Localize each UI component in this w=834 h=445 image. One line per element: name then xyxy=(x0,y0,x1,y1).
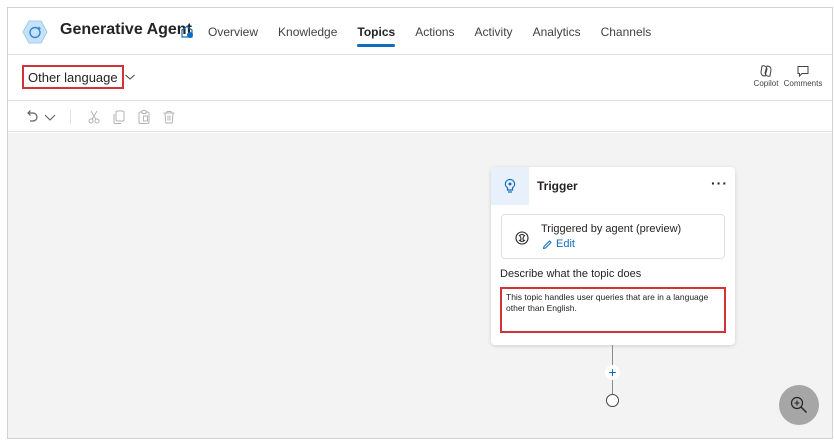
comment-icon xyxy=(797,66,809,78)
cut-icon[interactable] xyxy=(86,109,102,125)
trigger-node[interactable]: Trigger ··· Triggered by agent (preview)… xyxy=(491,167,735,345)
connector-line xyxy=(612,380,613,394)
tab-activity[interactable]: Activity xyxy=(465,8,523,55)
publish-status-icon[interactable] xyxy=(179,24,195,40)
tab-channels[interactable]: Channels xyxy=(591,8,662,55)
trigger-card: Triggered by agent (preview) Edit xyxy=(501,214,725,259)
more-options-button[interactable]: ··· xyxy=(711,175,728,191)
add-node-button[interactable]: + xyxy=(605,365,620,380)
connector-line xyxy=(612,345,613,365)
paste-icon[interactable] xyxy=(136,109,152,125)
zoom-button[interactable] xyxy=(779,385,819,425)
chevron-down-icon[interactable] xyxy=(124,72,136,82)
delete-icon[interactable] xyxy=(161,109,177,125)
top-nav: Generative Agent Overview Knowledge Topi… xyxy=(8,8,832,55)
agent-trigger-icon xyxy=(515,231,529,245)
topic-name-button[interactable]: Other language xyxy=(22,65,124,89)
comments-label: Comments xyxy=(783,79,823,88)
topic-canvas[interactable]: Trigger ··· Triggered by agent (preview)… xyxy=(8,133,832,438)
tab-analytics[interactable]: Analytics xyxy=(523,8,591,55)
comments-button[interactable]: Comments xyxy=(783,64,823,88)
trigger-node-icon-container xyxy=(491,167,529,205)
end-node xyxy=(606,394,619,407)
undo-icon[interactable] xyxy=(24,109,40,125)
tab-overview[interactable]: Overview xyxy=(198,8,268,55)
tab-actions[interactable]: Actions xyxy=(405,8,464,55)
zoom-in-icon xyxy=(790,396,807,413)
pencil-icon xyxy=(542,239,552,249)
tab-topics[interactable]: Topics xyxy=(347,8,405,55)
agent-name: Generative Agent xyxy=(60,21,192,38)
trigger-node-title: Trigger xyxy=(537,179,578,193)
tab-knowledge[interactable]: Knowledge xyxy=(268,8,347,55)
app-window: Generative Agent Overview Knowledge Topi… xyxy=(7,7,833,439)
copy-icon[interactable] xyxy=(111,109,127,125)
topic-bar: Other language Copilot Comments xyxy=(8,56,832,101)
trigger-node-header: Trigger ··· xyxy=(491,167,735,205)
lightbulb-icon xyxy=(504,178,516,193)
copilot-icon xyxy=(760,65,772,77)
toolbar-divider xyxy=(70,110,71,124)
edit-trigger-link[interactable]: Edit xyxy=(542,238,575,250)
description-label: Describe what the topic does xyxy=(500,268,642,280)
agent-logo-icon xyxy=(22,20,48,44)
trigger-label: Triggered by agent (preview) xyxy=(541,223,682,235)
copilot-label: Copilot xyxy=(753,79,779,88)
description-textarea[interactable]: This topic handles user queries that are… xyxy=(500,287,726,333)
copilot-button[interactable]: Copilot xyxy=(746,64,786,88)
edit-label: Edit xyxy=(556,238,575,250)
editor-toolbar xyxy=(8,102,832,132)
chevron-down-icon[interactable] xyxy=(42,109,58,125)
tab-list: Overview Knowledge Topics Actions Activi… xyxy=(198,8,661,55)
